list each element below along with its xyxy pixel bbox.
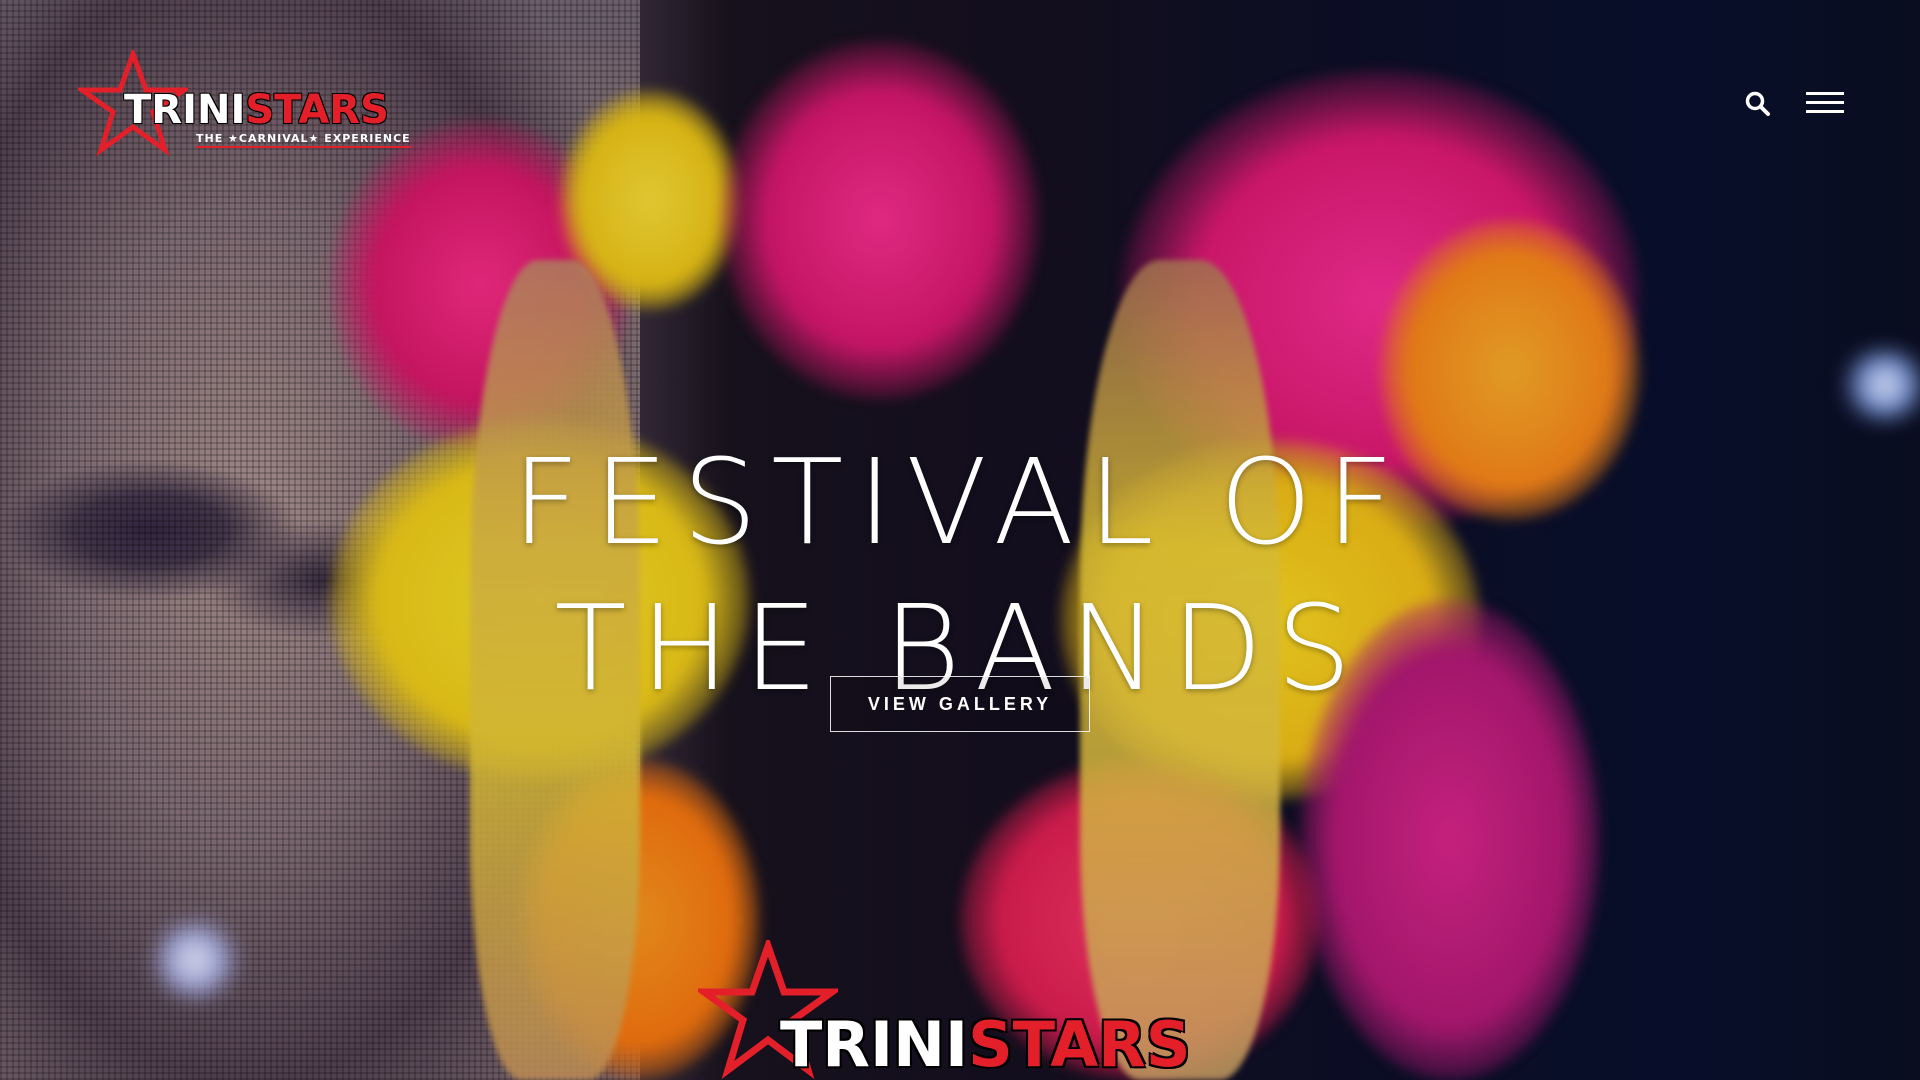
view-gallery-button[interactable]: VIEW GALLERY bbox=[830, 676, 1090, 732]
search-button[interactable] bbox=[1744, 90, 1772, 118]
logo-tagline: THE ★CARNIVAL★ EXPERIENCE bbox=[196, 132, 411, 148]
logo-wordmark: TRINISTARS bbox=[124, 90, 389, 130]
hero-section: TRINISTARS THE ★CARNIVAL★ EXPERIENCE FES… bbox=[0, 0, 1920, 1080]
footer-logo: TRINISTARS bbox=[698, 940, 1258, 1080]
footer-logo-wordmark: TRINISTARS bbox=[780, 1014, 1191, 1076]
logo-word-trini: TRINI bbox=[124, 87, 246, 133]
search-icon bbox=[1745, 91, 1770, 116]
hamburger-menu-icon-bar-2 bbox=[1806, 101, 1844, 104]
hamburger-menu-icon-bar-1 bbox=[1806, 92, 1844, 95]
site-logo[interactable]: TRINISTARS THE ★CARNIVAL★ EXPERIENCE bbox=[78, 50, 411, 160]
footer-logo-word-stars: STARS bbox=[968, 1008, 1191, 1080]
footer-logo-word-trini: TRINI bbox=[780, 1008, 969, 1080]
hamburger-menu-icon-bar-3 bbox=[1806, 110, 1844, 113]
logo-word-stars: STARS bbox=[245, 87, 389, 133]
menu-button[interactable] bbox=[1806, 90, 1844, 116]
